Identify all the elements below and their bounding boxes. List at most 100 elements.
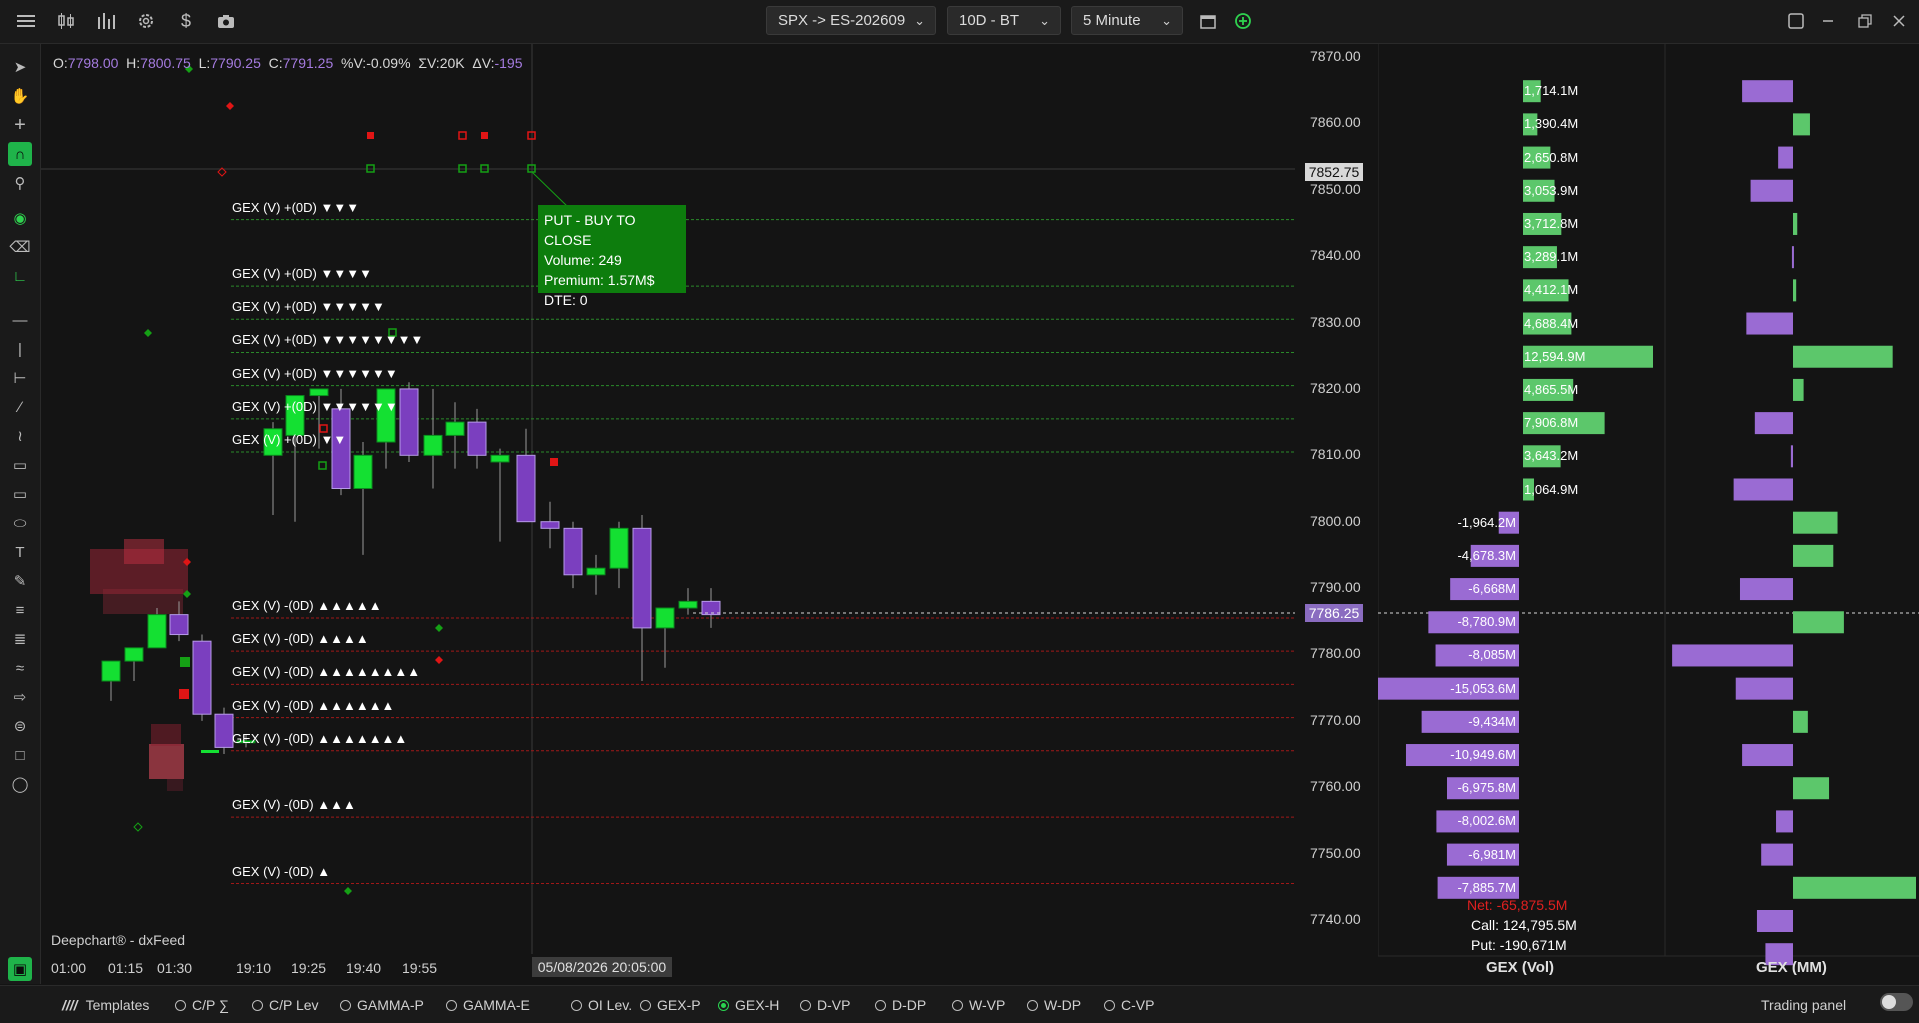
ellipse-icon[interactable]: ⬭: [8, 511, 32, 535]
indicator-option-gex-h[interactable]: GEX-H: [718, 997, 779, 1013]
minimize-icon[interactable]: [1816, 10, 1840, 32]
indicator-option-oi-lev-[interactable]: OI Lev.: [571, 997, 632, 1013]
candle-body: [376, 388, 396, 443]
crosshair-price-tag: 7852.75: [1305, 162, 1363, 181]
gex-vol-label: 3,643.2M: [1524, 448, 1579, 464]
radio-icon: [175, 999, 186, 1011]
candlesticks: [101, 382, 721, 755]
close-icon[interactable]: [1887, 10, 1911, 32]
candle-body: [423, 434, 443, 456]
range-dropdown[interactable]: 10D - BT ⌄: [947, 6, 1061, 35]
horizontal-line-icon[interactable]: —: [8, 308, 32, 332]
fib-ext-icon[interactable]: ≣: [8, 627, 32, 651]
trend-line-icon[interactable]: ∕: [8, 395, 32, 419]
eraser-icon[interactable]: ⌫: [8, 235, 32, 259]
gex-mm-bar: [1778, 146, 1793, 169]
gex-vol-bars: [1378, 80, 1653, 899]
path-icon[interactable]: ≀: [8, 424, 32, 448]
ruler-icon[interactable]: ▭: [8, 453, 32, 477]
hand-icon[interactable]: ✋: [8, 84, 32, 108]
candle-body: [169, 614, 189, 636]
gex-level-label: GEX (V) -(0D) ▲▲▲▲▲▲: [232, 697, 395, 713]
last-price-tag: 7786.25: [1305, 603, 1363, 622]
radio-icon: [875, 999, 886, 1011]
cursor-icon[interactable]: ➤: [8, 55, 32, 79]
indicator-option-w-dp[interactable]: W-DP: [1027, 997, 1081, 1013]
price-axis-label: 7820.00: [1310, 379, 1361, 396]
interval-dropdown[interactable]: 5 Minute ⌄: [1071, 6, 1183, 35]
vertical-line-icon[interactable]: |: [8, 337, 32, 361]
pitchfork-icon[interactable]: ≈: [8, 656, 32, 680]
calendar-icon[interactable]: [1196, 10, 1220, 32]
gex-vol-label: 12,594.9M: [1524, 348, 1586, 364]
gex-mm-bar: [1793, 511, 1838, 534]
gex-vol-label: 3,712.8M: [1524, 215, 1579, 231]
zoom-icon[interactable]: ⚲: [8, 171, 32, 195]
indicator-option-d-vp[interactable]: D-VP: [800, 997, 850, 1013]
gex-vol-label: 7,906.8M: [1524, 415, 1579, 431]
panel-toggle-icon[interactable]: ▣: [8, 957, 32, 981]
radio-icon: [571, 999, 582, 1011]
candles-icon[interactable]: [54, 10, 78, 32]
bars-icon[interactable]: [94, 10, 118, 32]
gex-vol-label: -6,975.8M: [1457, 780, 1516, 796]
add-circle-icon[interactable]: [1231, 10, 1255, 32]
gex-put: Put: -190,671M: [1471, 937, 1567, 953]
gex-level-label: GEX (V) +(0D) ▼▼▼▼: [232, 266, 372, 282]
restore-icon[interactable]: [1853, 10, 1877, 32]
candle-body: [399, 388, 419, 456]
magnet-icon[interactable]: ∩: [8, 142, 32, 166]
dollar-icon[interactable]: $: [174, 10, 198, 32]
bottom-indicator-bar: //// Templates C/P ∑ C/P Lev GAMMA-P GAMMA-…: [0, 985, 1919, 1023]
indicator-option-c-p-lev[interactable]: C/P Lev: [252, 997, 319, 1013]
symbol-value: SPX -> ES-202609: [778, 12, 906, 29]
crosshair-icon[interactable]: +: [8, 113, 32, 137]
templates-button[interactable]: //// Templates: [62, 997, 149, 1013]
tooltip-type: PUT - BUY TO CLOSE: [544, 212, 636, 248]
gex-vol-label: -10,949.6M: [1450, 747, 1516, 763]
rectangle-icon[interactable]: ▭: [8, 482, 32, 506]
gex-mm-bar: [1672, 644, 1793, 667]
option-flow-markers: [133, 65, 569, 895]
fib-icon[interactable]: ≡: [8, 598, 32, 622]
gex-mm-bar: [1793, 113, 1810, 136]
indicator-option-w-vp[interactable]: W-VP: [952, 997, 1005, 1013]
gex-level-label: GEX (V) +(0D) ▼▼: [232, 432, 347, 448]
chevron-down-icon: ⌄: [1039, 13, 1050, 28]
radio-icon: [718, 999, 729, 1011]
price-axis-label: 7850.00: [1310, 180, 1361, 197]
gear-icon[interactable]: [134, 10, 158, 32]
price-chart[interactable]: [41, 44, 1295, 980]
indicator-option-gex-p[interactable]: GEX-P: [640, 997, 701, 1013]
menu-icon[interactable]: [14, 10, 38, 32]
flow-marker: [318, 461, 327, 470]
camera-icon[interactable]: [214, 10, 238, 32]
gann-icon[interactable]: ⇨: [8, 685, 32, 709]
position-long-icon[interactable]: □: [8, 743, 32, 767]
indicator-option-gamma-p[interactable]: GAMMA-P: [340, 997, 424, 1013]
indicator-option-d-dp[interactable]: D-DP: [875, 997, 926, 1013]
gex-mm-bar: [1793, 876, 1916, 899]
candle-body: [467, 421, 487, 456]
time-axis-label: 19:25: [291, 960, 327, 976]
levels-icon[interactable]: ⊜: [8, 714, 32, 738]
flow-marker: [458, 131, 467, 140]
position-short-icon[interactable]: ◯: [8, 772, 32, 796]
text-icon[interactable]: T: [8, 540, 32, 564]
gex-mm-bars: [1672, 80, 1916, 966]
layout-icon[interactable]: [1784, 10, 1808, 32]
eye-icon[interactable]: ◉: [8, 206, 32, 230]
trading-panel-toggle[interactable]: [1880, 993, 1913, 1011]
indicator-option-c-p-[interactable]: C/P ∑: [175, 997, 229, 1013]
indicator-option-gamma-e[interactable]: GAMMA-E: [446, 997, 530, 1013]
ray-icon[interactable]: ⊢: [8, 366, 32, 390]
symbol-dropdown[interactable]: SPX -> ES-202609 ⌄: [766, 6, 936, 35]
indicator-option-c-vp[interactable]: C-VP: [1104, 997, 1154, 1013]
candle-body: [516, 454, 536, 523]
gex-mm-bar: [1791, 246, 1794, 269]
lock-magnet-icon[interactable]: ∟: [8, 264, 32, 288]
candle-body: [124, 647, 144, 662]
pencil-icon[interactable]: ✎: [8, 569, 32, 593]
gex-vol-label: 1,714.1M: [1524, 83, 1579, 99]
gex-level-label: GEX (V) +(0D) ▼▼▼▼▼: [232, 299, 385, 315]
